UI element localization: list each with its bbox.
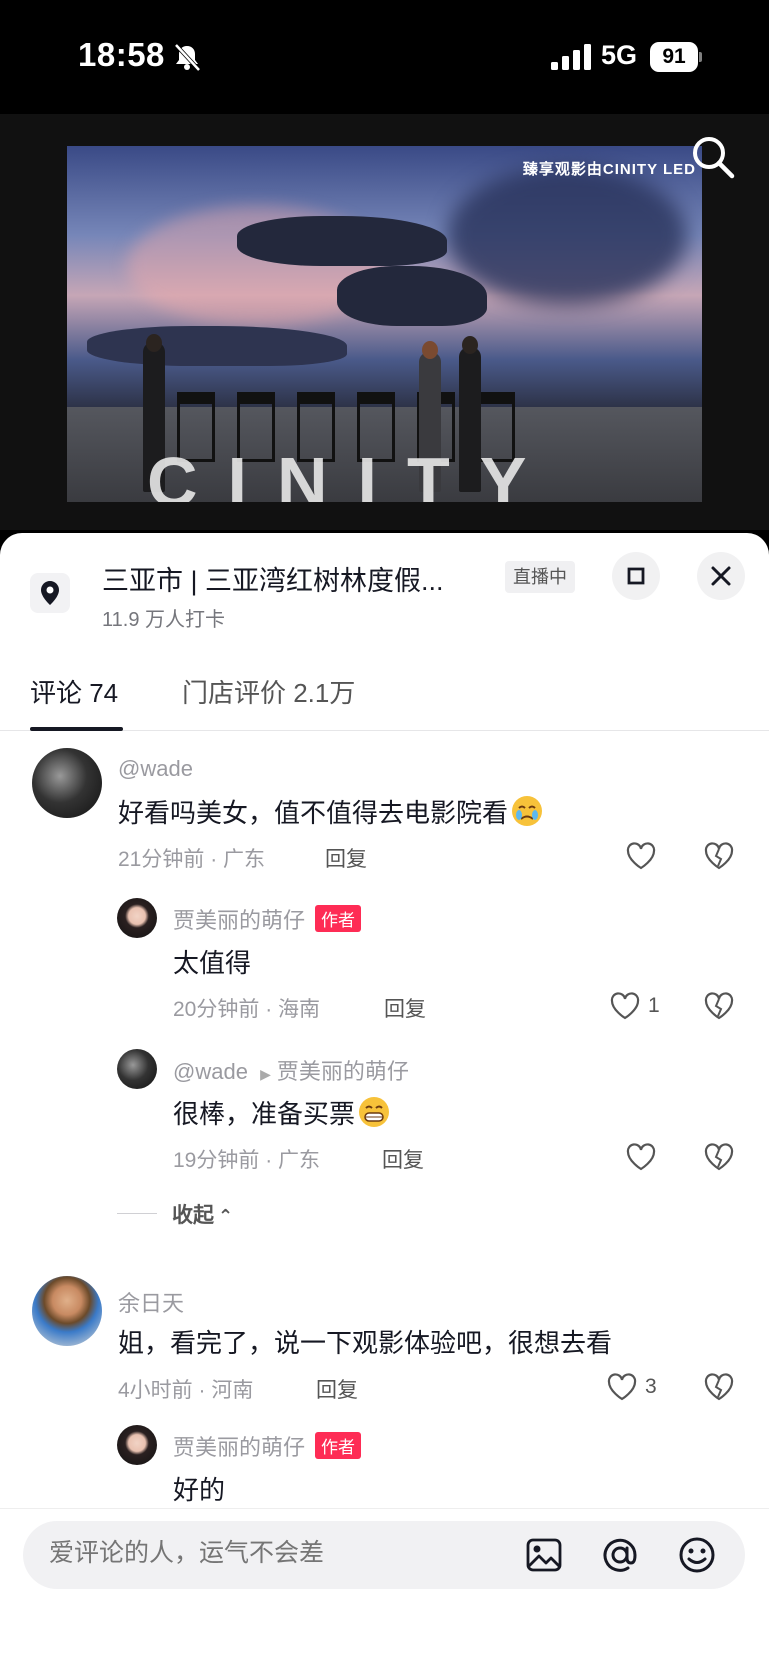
status-bar: 18:58 5G 91 [0, 0, 769, 114]
search-icon[interactable] [690, 134, 736, 180]
comment-text: 好的 [173, 1475, 226, 1505]
reply-username[interactable]: @wade [173, 1059, 248, 1084]
live-badge[interactable]: 直播中 [505, 561, 575, 593]
author-badge: 作者 [315, 905, 362, 932]
close-button[interactable] [697, 552, 745, 600]
reply-button[interactable]: 回复 [384, 993, 426, 1023]
comment-time-location: 20分钟前 · 海南 [173, 998, 321, 1021]
checkin-count: 11.9 万人打卡 [102, 609, 225, 631]
tab-comments[interactable]: 评论 74 [30, 673, 118, 710]
reply-username[interactable]: 贾美丽的萌仔 [173, 1435, 305, 1460]
bell-mute-icon [174, 43, 201, 72]
video-frame[interactable]: 臻享观影由CINITY LED CINITY [67, 146, 702, 502]
tab-bar: 评论 74 门店评价 2.1万 [0, 673, 769, 731]
stage-logo-text: CINITY [147, 443, 557, 502]
reply-username[interactable]: 贾美丽的萌仔 [173, 908, 305, 933]
location-pin-icon [30, 573, 70, 613]
comment-text: 姐，看完了，说一下观影体验吧，很想去看 [118, 1328, 613, 1358]
reply-button[interactable]: 回复 [325, 843, 367, 873]
expand-button[interactable] [612, 552, 660, 600]
network-label: 5G [601, 40, 638, 70]
author-badge: 作者 [315, 1432, 362, 1459]
heart-icon[interactable] [625, 841, 657, 871]
avatar[interactable] [117, 1425, 157, 1465]
broken-heart-icon[interactable] [703, 991, 735, 1021]
comment-text: 很棒，准备买票 [173, 1094, 391, 1131]
tab-underline [30, 727, 123, 731]
comment-text: 好看吗美女，值不值得去电影院看 [118, 793, 544, 830]
reply-to-username[interactable]: 贾美丽的萌仔 [277, 1059, 409, 1084]
like-count: 1 [648, 994, 660, 1017]
comment-username: 贾美丽的萌仔 作者 [173, 903, 362, 935]
broken-heart-icon[interactable] [703, 1372, 735, 1402]
reply-button[interactable]: 回复 [382, 1144, 424, 1174]
video-brand-text: 臻享观影由CINITY LED [522, 161, 696, 178]
location-title[interactable]: 三亚市 | 三亚湾红树林度假... [102, 559, 444, 598]
reply-arrow-icon: ▶ [260, 1066, 271, 1082]
avatar[interactable] [32, 1276, 102, 1346]
comment-time-location: 21分钟前 · 广东 [118, 848, 266, 871]
comment-sheet: 三亚市 | 三亚湾红树林度假... 11.9 万人打卡 直播中 评论 74 门店… [0, 533, 769, 1665]
expand-icon [627, 567, 645, 585]
collapse-button[interactable]: 收起 ⌃ [172, 1199, 233, 1229]
battery-indicator: 91 [650, 42, 702, 72]
collapse-divider [117, 1213, 157, 1214]
comment-input[interactable] [49, 1539, 469, 1568]
emoji-icon[interactable] [676, 1534, 718, 1576]
avatar[interactable] [117, 1049, 157, 1089]
comment-input-container[interactable] [23, 1521, 745, 1589]
signal-icon [551, 44, 591, 70]
status-time: 18:58 [78, 36, 165, 73]
broken-heart-icon[interactable] [703, 841, 735, 871]
reply-button[interactable]: 回复 [316, 1374, 358, 1404]
chevron-up-icon: ⌃ [218, 1206, 234, 1226]
grinning-face-icon [359, 1097, 390, 1127]
avatar[interactable] [32, 748, 102, 818]
heart-icon[interactable] [609, 991, 641, 1021]
close-icon [711, 566, 731, 586]
comment-username: 贾美丽的萌仔 作者 [173, 1430, 362, 1462]
video-player[interactable]: 臻享观影由CINITY LED CINITY [0, 114, 769, 530]
comment-username[interactable]: @wade [118, 756, 193, 782]
image-icon[interactable] [523, 1534, 565, 1576]
mention-icon[interactable] [599, 1534, 641, 1576]
tab-store-reviews[interactable]: 门店评价 2.1万 [182, 673, 355, 710]
heart-icon[interactable] [606, 1372, 638, 1402]
comment-input-bar [0, 1508, 769, 1665]
comment-time-location: 19分钟前 · 广东 [173, 1149, 321, 1172]
battery-level: 91 [650, 42, 698, 72]
heart-icon[interactable] [625, 1142, 657, 1172]
crying-face-icon [512, 796, 543, 826]
comment-username: @wade ▶ 贾美丽的萌仔 [173, 1054, 409, 1086]
comment-username[interactable]: 余日天 [118, 1286, 184, 1318]
avatar[interactable] [117, 898, 157, 938]
comment-text: 太值得 [173, 948, 252, 978]
comment-time-location: 4小时前 · 河南 [118, 1379, 254, 1402]
like-count: 3 [645, 1375, 657, 1398]
broken-heart-icon[interactable] [703, 1142, 735, 1172]
